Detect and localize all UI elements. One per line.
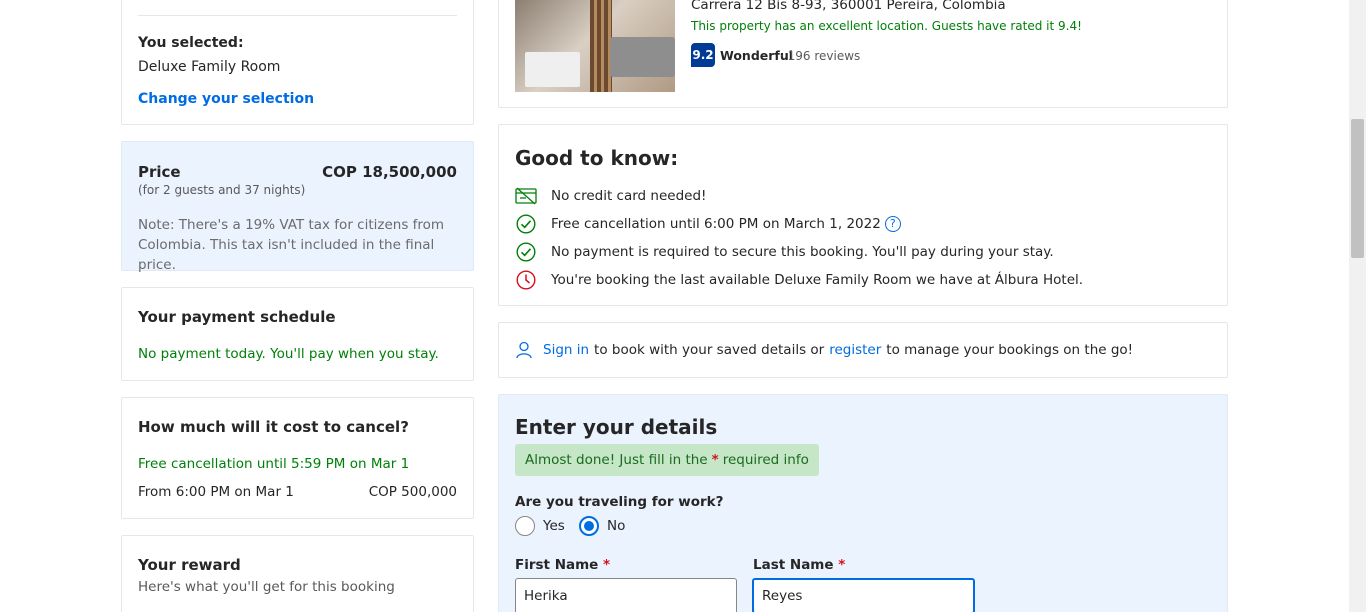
work-no-option[interactable]: No	[579, 516, 625, 536]
page-scrollbar[interactable]	[1349, 0, 1366, 612]
hotel-photo	[515, 0, 675, 92]
work-yes-option[interactable]: Yes	[515, 516, 565, 536]
first-name-label-text: First Name	[515, 557, 599, 573]
last-name-input[interactable]	[752, 578, 975, 612]
good-to-know-text: You're booking the last available Deluxe…	[551, 272, 1084, 288]
good-to-know-title: Good to know:	[515, 146, 679, 170]
cancel-fee-period: From 6:00 PM on Mar 1	[138, 484, 294, 500]
banner-text-end: required info	[722, 452, 809, 468]
banner-text-start: Almost done! Just fill in the	[525, 452, 708, 468]
good-to-know-item: No payment is required to secure this bo…	[515, 241, 1054, 263]
first-name-input[interactable]	[515, 578, 737, 612]
location-rating-note: This property has an excellent location.…	[691, 19, 1082, 33]
divider	[138, 15, 457, 16]
payment-schedule-panel: Your payment schedule No payment today. …	[121, 287, 474, 381]
register-text: to manage your bookings on the go!	[886, 342, 1134, 358]
clock-icon	[515, 269, 537, 291]
payment-schedule-text: No payment today. You'll pay when you st…	[138, 346, 439, 362]
sign-in-link[interactable]: Sign in	[543, 342, 589, 358]
register-link[interactable]: register	[829, 342, 881, 358]
good-to-know-item: Free cancellation until 6:00 PM on March…	[515, 213, 901, 235]
work-no-label[interactable]: No	[607, 518, 625, 534]
good-to-know-text: No credit card needed!	[551, 188, 707, 204]
good-to-know-item: You're booking the last available Deluxe…	[515, 269, 1083, 291]
price-label: Price	[138, 163, 181, 181]
enter-details-title: Enter your details	[515, 415, 718, 439]
vat-note: Note: There's a 19% VAT tax for citizens…	[138, 217, 445, 273]
last-name-label: Last Name *	[753, 557, 845, 573]
price-value: COP 18,500,000	[322, 163, 457, 181]
work-yes-radio[interactable]	[515, 516, 535, 536]
work-no-radio[interactable]	[579, 516, 599, 536]
hotel-address: Carrera 12 Bis 8-93, 360001 Pereira, Col…	[691, 0, 1006, 13]
cancel-cost-title: How much will it cost to cancel?	[138, 418, 409, 436]
help-icon[interactable]: ?	[884, 216, 901, 232]
cancel-cost-panel: How much will it cost to cancel? Free ca…	[121, 397, 474, 519]
required-star: *	[711, 452, 719, 468]
required-star: *	[838, 557, 846, 573]
reward-panel: Your reward Here's what you'll get for t…	[121, 535, 474, 612]
free-cancellation-text: Free cancellation until 5:59 PM on Mar 1	[138, 456, 410, 472]
review-score-badge: 9.2	[691, 43, 715, 67]
enter-details-panel: Enter your details Almost done! Just fil…	[498, 394, 1228, 612]
price-panel: Price COP 18,500,000 (for 2 guests and 3…	[121, 141, 474, 273]
sign-in-prompt: Sign in to book with your saved details …	[515, 341, 1133, 359]
review-count: · 196 reviews	[780, 49, 861, 63]
selection-panel: You selected: Deluxe Family Room Change …	[121, 0, 474, 125]
work-travel-question: Are you traveling for work?	[515, 494, 724, 510]
price-guests-nights: (for 2 guests and 37 nights)	[138, 183, 306, 197]
required-info-banner: Almost done! Just fill in the * required…	[515, 444, 819, 476]
cancel-fee-amount: COP 500,000	[368, 484, 457, 500]
scrollbar-thumb[interactable]	[1351, 119, 1364, 258]
selected-room-name: Deluxe Family Room	[138, 59, 281, 75]
good-to-know-text: Free cancellation until 6:00 PM on March…	[551, 216, 881, 232]
good-to-know-panel: Good to know: No credit card needed! Fre…	[498, 124, 1228, 306]
required-star: *	[603, 557, 611, 573]
good-to-know-text: No payment is required to secure this bo…	[551, 244, 1054, 260]
selection-heading: You selected:	[138, 35, 244, 51]
good-to-know-item: No credit card needed!	[515, 185, 706, 207]
first-name-label: First Name *	[515, 557, 610, 573]
reward-subtitle: Here's what you'll get for this booking	[138, 579, 395, 595]
sign-in-text: to book with your saved details or	[594, 342, 825, 358]
last-name-label-text: Last Name	[753, 557, 834, 573]
check-circle-icon	[515, 213, 537, 235]
check-circle-icon	[515, 241, 537, 263]
user-icon	[515, 341, 533, 359]
hotel-summary-panel: Carrera 12 Bis 8-93, 360001 Pereira, Col…	[498, 0, 1228, 108]
reward-title: Your reward	[138, 556, 241, 574]
sign-in-panel: Sign in to book with your saved details …	[498, 322, 1228, 378]
change-selection-link[interactable]: Change your selection	[138, 91, 314, 107]
payment-schedule-title: Your payment schedule	[138, 308, 336, 326]
work-yes-label[interactable]: Yes	[543, 518, 565, 534]
no-credit-card-icon	[515, 185, 537, 207]
